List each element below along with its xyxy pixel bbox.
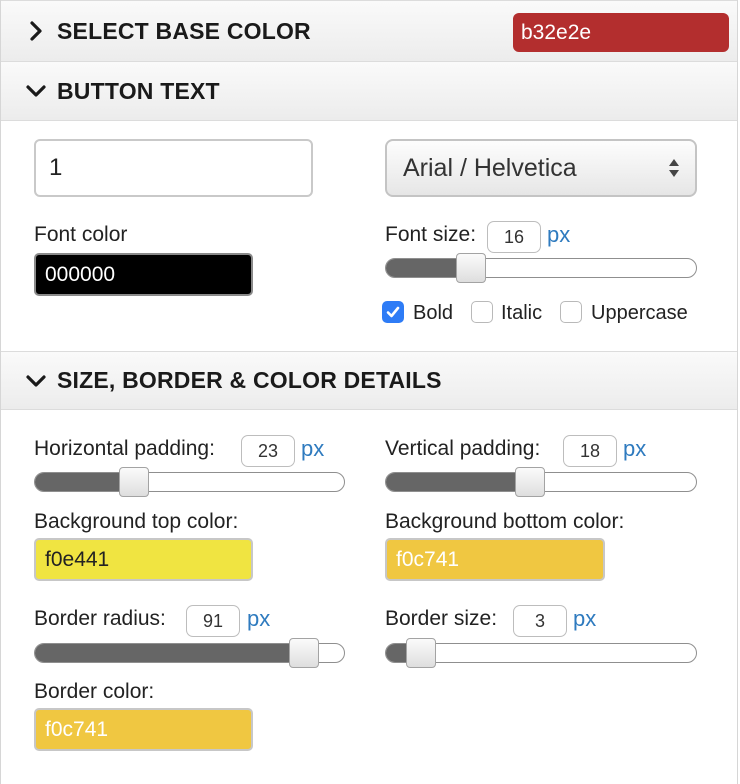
font-family-select[interactable]: Arial / Helvetica <box>385 139 697 197</box>
background-bottom-color-label: Background bottom color: <box>385 510 625 533</box>
font-size-label: Font size: <box>385 223 477 246</box>
section-header-details[interactable]: SIZE, BORDER & COLOR DETAILS <box>1 351 737 410</box>
border-radius-input[interactable]: 91 <box>186 605 240 637</box>
border-radius-slider[interactable] <box>34 638 345 668</box>
background-top-color-label: Background top color: <box>34 510 239 533</box>
uppercase-label: Uppercase <box>591 302 688 324</box>
vertical-padding-label: Vertical padding: <box>385 437 541 460</box>
vertical-padding-slider[interactable] <box>385 467 697 497</box>
base-color-swatch[interactable]: b32e2e <box>513 13 729 52</box>
border-radius-label: Border radius: <box>34 607 166 630</box>
font-size-input[interactable]: 16 <box>487 221 541 253</box>
uppercase-checkbox[interactable] <box>560 301 582 323</box>
font-family-value: Arial / Helvetica <box>403 153 577 182</box>
italic-checkbox[interactable] <box>471 301 493 323</box>
border-size-unit: px <box>573 606 597 631</box>
slider-thumb[interactable] <box>456 253 486 283</box>
slider-thumb[interactable] <box>406 638 436 668</box>
background-bottom-color-input[interactable]: f0c741 <box>385 538 605 581</box>
border-size-input[interactable]: 3 <box>513 605 567 637</box>
bold-checkbox[interactable] <box>382 301 404 323</box>
slider-thumb[interactable] <box>119 467 149 497</box>
font-color-label: Font color <box>34 223 128 246</box>
button-generator-panel: SELECT BASE COLOR b32e2e BUTTON TEXT 1 A… <box>0 0 738 784</box>
checkmark-icon <box>386 306 400 318</box>
border-color-input[interactable]: f0c741 <box>34 708 253 751</box>
section-header-base-color[interactable]: SELECT BASE COLOR b32e2e <box>1 0 737 62</box>
italic-label: Italic <box>501 302 543 324</box>
border-color-label: Border color: <box>34 680 155 703</box>
section-header-button-text[interactable]: BUTTON TEXT <box>1 61 737 121</box>
button-text-input[interactable]: 1 <box>34 139 313 197</box>
chevron-down-icon <box>26 85 46 97</box>
vertical-padding-unit: px <box>623 436 647 461</box>
section-title-base-color: SELECT BASE COLOR <box>57 17 311 44</box>
chevron-down-icon <box>26 374 46 387</box>
bold-label: Bold <box>413 302 454 324</box>
slider-thumb[interactable] <box>515 467 545 497</box>
border-size-slider[interactable] <box>385 638 697 668</box>
vertical-padding-input[interactable]: 18 <box>563 435 617 467</box>
horizontal-padding-slider[interactable] <box>34 467 345 497</box>
border-radius-unit: px <box>247 606 271 631</box>
font-color-input[interactable]: 000000 <box>34 253 253 296</box>
horizontal-padding-input[interactable]: 23 <box>241 435 295 467</box>
select-arrows-icon <box>669 159 679 177</box>
background-top-color-input[interactable]: f0e441 <box>34 538 253 581</box>
font-size-slider[interactable] <box>385 253 697 283</box>
border-size-label: Border size: <box>385 607 498 630</box>
font-size-unit: px <box>547 222 571 247</box>
horizontal-padding-unit: px <box>301 436 325 461</box>
slider-thumb[interactable] <box>289 638 319 668</box>
section-title-details: SIZE, BORDER & COLOR DETAILS <box>57 367 442 393</box>
horizontal-padding-label: Horizontal padding: <box>34 437 215 460</box>
slider-fill <box>35 644 304 662</box>
slider-fill <box>386 473 530 491</box>
chevron-right-icon <box>30 21 42 41</box>
section-title-button-text: BUTTON TEXT <box>57 77 220 104</box>
